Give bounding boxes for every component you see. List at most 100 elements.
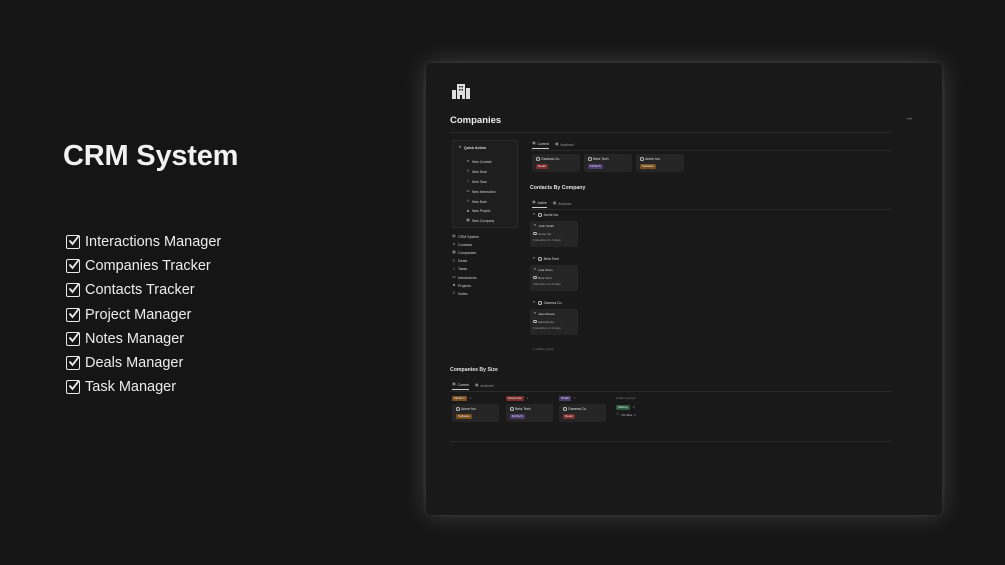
company-name: Beta Tech [510, 407, 531, 411]
quick-action-title: ▾ Quick Action [458, 145, 487, 150]
quick-action-new-note[interactable]: ✐ New Note [466, 197, 496, 207]
checkbox-icon [66, 235, 80, 250]
company-group-header[interactable]: ▾ Acme Inc. [532, 212, 559, 217]
company-card[interactable]: Beta Tech FinTech [584, 154, 632, 172]
circle-icon [456, 407, 460, 411]
divider [450, 391, 892, 392]
checkbox-icon [66, 307, 80, 322]
companies-tabs: ▦ Current ▦ Archived [532, 141, 574, 149]
chevron-down-icon: ▾ [533, 300, 535, 305]
quick-action-label: New Project [472, 209, 491, 214]
quick-action-label: New Company [472, 219, 495, 224]
handshake-icon: ✎ [466, 169, 470, 174]
checkbox-icon [66, 331, 80, 346]
feature-item: Deals Manager [66, 351, 221, 375]
building-icon: ▦ [452, 250, 456, 255]
folder-icon: ■ [466, 208, 470, 213]
company-card[interactable]: Gamma Co. Retail [559, 404, 606, 422]
chevron-down-icon: ▾ [533, 256, 535, 261]
person-icon: ● [533, 267, 537, 272]
circle-icon [640, 157, 644, 161]
sidebar-item-contacts[interactable]: ● Contacts [452, 241, 479, 249]
quick-action-label: Quick Action [464, 146, 487, 150]
company-name: Acme Inc. [640, 157, 661, 161]
tab-current[interactable]: ▦ Current [452, 382, 469, 390]
company-name-text: Gamma Co. [541, 157, 560, 161]
size-tag: Startup [616, 405, 630, 410]
table-icon: ▦ [532, 141, 536, 146]
tab-label: Active [537, 201, 547, 205]
company-card[interactable]: Beta Tech FinTech [506, 404, 553, 422]
contact-company: Beta Tech [533, 276, 552, 280]
sidebar-item-label: Tasks [458, 267, 468, 272]
divider [530, 209, 892, 210]
quick-action-new-task[interactable]: ✓ New Task [466, 177, 496, 187]
feature-item: Contacts Tracker [66, 278, 221, 302]
contacts-tabs: ▦ Active ▦ Archived [532, 200, 571, 208]
tab-archived[interactable]: ▦ Archived [553, 201, 571, 208]
hidden-group-startup[interactable]: Startup 0 [616, 405, 634, 410]
tab-label: Archived [560, 142, 574, 147]
size-tag: Enterprise [506, 396, 524, 401]
contact-card[interactable]: ● John Smith Acme Inc. Interaction in 3 d… [530, 221, 578, 247]
quick-action-new-deal[interactable]: ✎ New Deal [466, 167, 496, 177]
company-card[interactable]: Gamma Co. Retail [532, 154, 580, 172]
checkbox-icon [66, 380, 80, 395]
filter-icon: ▾ [459, 145, 461, 150]
sidebar-item-notes[interactable]: ✐ Notes [452, 290, 479, 298]
feature-item: Project Manager [66, 303, 221, 327]
sidebar-item-deals[interactable]: ✎ Deals [452, 257, 479, 265]
contact-card[interactable]: ● Lisa Chen Beta Tech Interaction in 8 da… [530, 265, 578, 291]
checkbox-icon [66, 259, 80, 274]
sidebar-item-label: Deals [458, 259, 468, 264]
tab-label: Current [537, 142, 549, 146]
company-group-header[interactable]: ▾ Beta Tech [532, 256, 559, 261]
collapse-button[interactable]: – [907, 113, 912, 123]
feature-label: Contacts Tracker [85, 282, 195, 299]
tab-archived[interactable]: ▦ Archived [475, 383, 493, 390]
contact-company-text: Gamma Co. [538, 319, 555, 324]
person-icon: ● [533, 311, 537, 316]
page-title: Companies [450, 115, 502, 126]
company-name-text: Acme Inc. [461, 407, 477, 411]
contact-name: ● John Smith [533, 223, 554, 228]
company-group-header[interactable]: ▾ Gamma Co. [532, 300, 562, 305]
circle-icon [563, 407, 567, 411]
column-count: 0 [633, 413, 636, 417]
column-count: 1 [526, 396, 529, 401]
feature-item: Notes Manager [66, 327, 221, 351]
chevron-down-icon: ▾ [533, 212, 535, 217]
hidden-group-no-size[interactable]: □ No Size 0 [616, 412, 636, 417]
check-icon: ✓ [466, 178, 470, 183]
contact-company: Gamma Co. [533, 320, 555, 324]
sidebar-item-projects[interactable]: ■ Projects [452, 282, 479, 290]
sidebar-item-tasks[interactable]: ✓ Tasks [452, 265, 479, 273]
check-icon: ✓ [452, 266, 456, 271]
section-title: Companies By Size [450, 367, 498, 373]
divider [450, 441, 892, 442]
contact-card[interactable]: ● Alex Rivera Gamma Co. Interaction in 2 … [530, 309, 578, 335]
company-card[interactable]: Acme Inc. Software [452, 404, 499, 422]
quick-action-new-contact[interactable]: ● New Contact [466, 157, 496, 167]
feature-label: Notes Manager [85, 330, 185, 347]
tab-active[interactable]: ▦ Active [532, 200, 547, 208]
quick-action-new-project[interactable]: ■ New Project [466, 206, 496, 216]
hidden-group-toggle[interactable]: › 1 hidden group [532, 347, 554, 351]
sidebar-item-interactions[interactable]: ☏ Interactions [452, 273, 479, 281]
feature-item: Interactions Manager [66, 230, 221, 254]
phone-icon: ☏ [465, 188, 471, 193]
company-card[interactable]: Acme Inc. Software [636, 154, 684, 172]
quick-action-new-company[interactable]: ▦ New Company [466, 216, 496, 226]
circle-icon [533, 231, 537, 236]
sidebar-item-companies[interactable]: ▦ Companies [452, 249, 479, 257]
tab-archived[interactable]: ▦ Archived [555, 142, 574, 149]
checkbox-icon [66, 283, 80, 298]
square-icon: □ [616, 412, 620, 417]
tab-current[interactable]: ▦ Current [532, 141, 549, 149]
company-name: Acme Inc. [456, 407, 477, 411]
sidebar-item-crm-system[interactable]: ▤ CRM System [452, 233, 479, 241]
contact-meta: Interaction in 8 days [533, 282, 561, 286]
feature-label: Project Manager [85, 306, 192, 323]
quick-action-new-interaction[interactable]: ☏ New Interaction [466, 187, 496, 197]
company-name: Beta Tech [588, 157, 609, 161]
